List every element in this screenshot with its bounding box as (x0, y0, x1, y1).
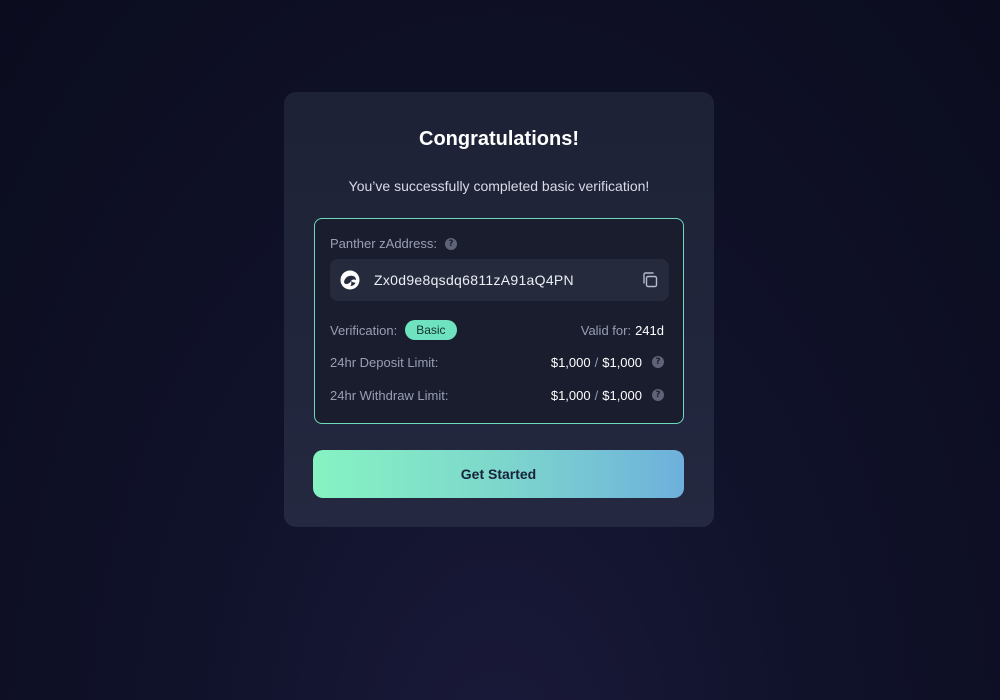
withdraw-help-icon[interactable]: ? (652, 389, 664, 401)
address-label: Panther zAddress: (330, 236, 437, 251)
dialog-title: Congratulations! (419, 128, 579, 150)
account-info-panel: Panther zAddress: ? Zx0d9e8qsdq6811zA91a… (314, 218, 684, 424)
deposit-used: $1,000 (550, 354, 591, 370)
deposit-limit-row: 24hr Deposit Limit: $1,000 / $1,000 ? (330, 352, 664, 372)
get-started-button[interactable]: Get Started (313, 450, 684, 498)
deposit-limit-label: 24hr Deposit Limit: (330, 354, 439, 370)
address-help-icon[interactable]: ? (444, 237, 457, 250)
verification-row: Verification: Basic Valid for: 241d (330, 319, 664, 341)
deposit-total: $1,000 (602, 354, 642, 370)
withdraw-limit-row: 24hr Withdraw Limit: $1,000 / $1,000 ? (330, 385, 664, 405)
deposit-help-icon[interactable]: ? (652, 356, 664, 368)
withdraw-separator: / (594, 387, 599, 403)
valid-for-value: 241d (635, 322, 664, 338)
deposit-separator: / (594, 354, 599, 370)
panther-logo-icon (340, 270, 360, 290)
withdraw-used: $1,000 (550, 387, 591, 403)
dialog-subtitle: You’ve successfully completed basic veri… (348, 178, 650, 194)
address-label-row: Panther zAddress: ? (330, 236, 457, 251)
withdraw-limit-value: $1,000 / $1,000 ? (551, 388, 664, 403)
verification-level-badge: Basic (405, 320, 457, 340)
verification-label: Verification: (330, 322, 398, 338)
verification-success-card: Congratulations! You’ve successfully com… (284, 92, 714, 527)
withdraw-limit-label: 24hr Withdraw Limit: (330, 387, 449, 403)
address-field: Zx0d9e8qsdq6811zA91aQ4PN (330, 259, 669, 301)
zaddress-value: Zx0d9e8qsdq6811zA91aQ4PN (374, 272, 574, 288)
validity: Valid for: 241d (581, 323, 664, 338)
deposit-limit-value: $1,000 / $1,000 ? (551, 355, 664, 370)
copy-icon[interactable] (641, 271, 659, 289)
valid-for-label: Valid for: (580, 322, 632, 338)
withdraw-total: $1,000 (602, 387, 642, 403)
